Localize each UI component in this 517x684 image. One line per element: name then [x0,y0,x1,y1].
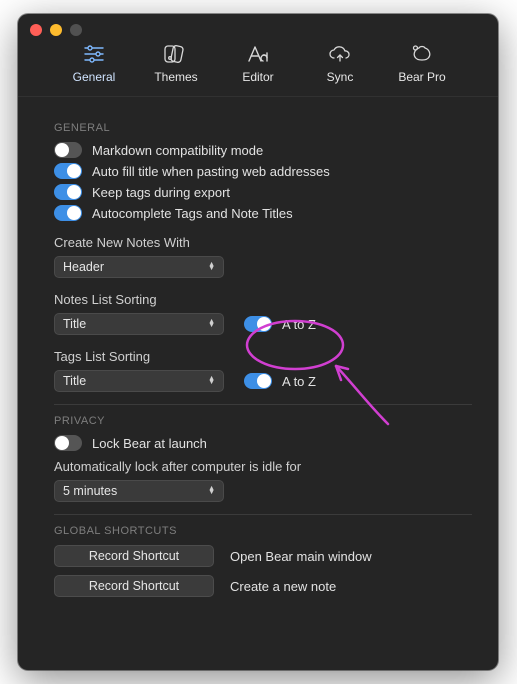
label-autocomplete-tags: Autocomplete Tags and Note Titles [92,206,293,221]
row-autofill-title: Auto fill title when pasting web address… [54,163,472,179]
font-icon [246,42,270,66]
row-notes-list-sorting: Title ▲▼ A to Z [54,313,472,335]
tab-sync-label: Sync [327,70,354,84]
traffic-lights [30,24,82,36]
row-autocomplete-tags: Autocomplete Tags and Note Titles [54,205,472,221]
bear-icon [410,42,434,66]
label-autofill-title: Auto fill title when pasting web address… [92,164,330,179]
tab-editor[interactable]: Editor [224,42,292,84]
chevron-updown-icon: ▲▼ [208,377,215,385]
select-notes-list-sorting[interactable]: Title ▲▼ [54,313,224,335]
chevron-updown-icon: ▲▼ [208,320,215,328]
tab-themes-label: Themes [154,70,197,84]
button-record-shortcut-open-main[interactable]: Record Shortcut [54,545,214,567]
toggle-markdown-compat[interactable] [54,142,82,158]
button-record-shortcut-label: Record Shortcut [89,549,179,563]
tab-bear-pro[interactable]: Bear Pro [388,42,456,84]
label-keep-tags-export: Keep tags during export [92,185,230,200]
label-shortcut-new-note: Create a new note [230,579,336,594]
palette-icon [163,42,189,66]
chevron-updown-icon: ▲▼ [208,263,215,271]
minimize-window-button[interactable] [50,24,62,36]
label-lock-at-launch: Lock Bear at launch [92,436,207,451]
chevron-updown-icon: ▲▼ [208,487,215,495]
preferences-window: General Themes Editor [18,14,498,670]
row-markdown-compat: Markdown compatibility mode [54,142,472,158]
row-shortcut-new-note: Record Shortcut Create a new note [54,575,472,597]
cloud-sync-icon [327,42,353,66]
button-record-shortcut-label: Record Shortcut [89,579,179,593]
row-keep-tags-export: Keep tags during export [54,184,472,200]
close-window-button[interactable] [30,24,42,36]
tab-editor-label: Editor [242,70,273,84]
section-shortcuts-title: GLOBAL SHORTCUTS [54,525,472,537]
select-autolock[interactable]: 5 minutes ▲▼ [54,480,224,502]
tab-sync[interactable]: Sync [306,42,374,84]
label-tags-list-sorting: Tags List Sorting [54,349,472,364]
row-shortcut-open-main: Record Shortcut Open Bear main window [54,545,472,567]
label-notes-a-to-z: A to Z [282,317,316,332]
label-tags-a-to-z: A to Z [282,374,316,389]
label-shortcut-open-main: Open Bear main window [230,549,372,564]
zoom-window-button[interactable] [70,24,82,36]
toggle-autocomplete-tags[interactable] [54,205,82,221]
select-create-new-notes[interactable]: Header ▲▼ [54,256,224,278]
label-autolock: Automatically lock after computer is idl… [54,459,472,474]
sliders-icon [82,42,106,66]
select-create-new-notes-value: Header [63,260,104,274]
select-tags-list-sorting-value: Title [63,374,86,388]
divider [54,514,472,515]
toggle-notes-a-to-z[interactable] [244,316,272,332]
label-markdown-compat: Markdown compatibility mode [92,143,263,158]
select-autolock-value: 5 minutes [63,484,117,498]
toggle-keep-tags-export[interactable] [54,184,82,200]
tab-bear-pro-label: Bear Pro [398,70,445,84]
button-record-shortcut-new-note[interactable]: Record Shortcut [54,575,214,597]
select-tags-list-sorting[interactable]: Title ▲▼ [54,370,224,392]
toggle-tags-a-to-z[interactable] [244,373,272,389]
row-tags-list-sorting: Title ▲▼ A to Z [54,370,472,392]
toggle-autofill-title[interactable] [54,163,82,179]
section-privacy-title: PRIVACY [54,415,472,427]
tab-themes[interactable]: Themes [142,42,210,84]
divider [54,404,472,405]
tab-general[interactable]: General [60,42,128,84]
row-lock-at-launch: Lock Bear at launch [54,435,472,451]
select-notes-list-sorting-value: Title [63,317,86,331]
label-notes-list-sorting: Notes List Sorting [54,292,472,307]
general-pane: GENERAL Markdown compatibility mode Auto… [18,102,498,670]
label-create-new-notes: Create New Notes With [54,235,472,250]
preferences-toolbar: General Themes Editor [18,14,498,97]
toggle-lock-at-launch[interactable] [54,435,82,451]
section-general-title: GENERAL [54,122,472,134]
tab-general-label: General [73,70,116,84]
